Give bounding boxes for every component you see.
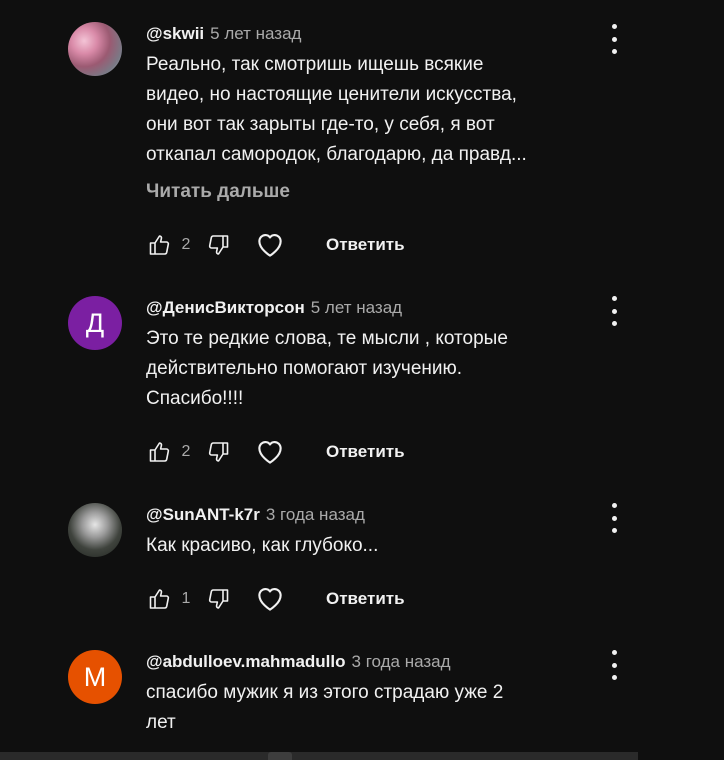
reply-button[interactable]: Ответить	[326, 235, 405, 255]
more-vert-icon[interactable]	[606, 650, 622, 680]
comment-time[interactable]: 3 года назад	[266, 505, 365, 525]
comment-header: @skwii 5 лет назад	[146, 22, 576, 46]
author-name[interactable]: @abdulloev.mahmadullo	[146, 652, 346, 672]
author-name[interactable]: @SunANT-k7r	[146, 505, 260, 525]
like-count: 2	[181, 236, 191, 253]
scrollbar-thumb[interactable]	[268, 752, 292, 760]
read-more-button[interactable]: Читать дальше	[146, 178, 576, 206]
comment-time[interactable]: 5 лет назад	[311, 298, 402, 318]
comment-header: @SunANT-k7r 3 года назад	[146, 503, 576, 527]
comment-actions: 2 Ответить	[146, 227, 405, 263]
author-name[interactable]: @ДенисВикторсон	[146, 298, 305, 318]
avatar[interactable]: M	[68, 650, 122, 704]
heart-icon[interactable]	[254, 229, 286, 261]
comment-body: @abdulloev.mahmadullo 3 года назад спаси…	[146, 650, 576, 738]
thumb-up-icon[interactable]	[146, 232, 172, 258]
comment-text-line: спасибо мужик я из этого страдаю уже 2	[146, 682, 504, 703]
more-vert-icon[interactable]	[606, 24, 622, 54]
comment-text-line: откапал самородок, благодарю, да правд..…	[146, 144, 527, 165]
thumb-up-icon[interactable]	[146, 586, 172, 612]
comment-actions: 2 Ответить	[146, 434, 405, 470]
thumb-down-icon[interactable]	[206, 439, 232, 465]
comment-text: Это те редкие слова, те мысли , которые …	[146, 324, 586, 414]
heart-icon[interactable]	[254, 436, 286, 468]
comments-section: @skwii 5 лет назад Реально, так смотришь…	[0, 0, 724, 760]
comment-text-line: действительно помогают изучению.	[146, 358, 463, 379]
thumb-up-icon[interactable]	[146, 439, 172, 465]
comment-time[interactable]: 3 года назад	[352, 652, 451, 672]
comment-header: @abdulloev.mahmadullo 3 года назад	[146, 650, 576, 674]
like-count: 2	[181, 443, 191, 460]
comment-actions: 1 Ответить	[146, 581, 405, 617]
avatar[interactable]: Д	[68, 296, 122, 350]
avatar[interactable]	[68, 22, 122, 76]
horizontal-scrollbar[interactable]	[0, 752, 638, 760]
reply-button[interactable]: Ответить	[326, 442, 405, 462]
comment-body: @ДенисВикторсон 5 лет назад Это те редки…	[146, 296, 576, 414]
comment-text: Реально, так смотришь ищешь всякие видео…	[146, 50, 586, 170]
avatar-letter: M	[83, 661, 107, 692]
comment-text-line: Это те редкие слова, те мысли , которые	[146, 328, 508, 349]
comment-body: @SunANT-k7r 3 года назад Как красиво, ка…	[146, 503, 576, 561]
author-name[interactable]: @skwii	[146, 24, 204, 44]
heart-icon[interactable]	[254, 583, 286, 615]
comment-text: Как красиво, как глубоко...	[146, 531, 586, 561]
reply-button[interactable]: Ответить	[326, 589, 405, 609]
more-vert-icon[interactable]	[606, 503, 622, 533]
thumb-down-icon[interactable]	[206, 586, 232, 612]
comment-time[interactable]: 5 лет назад	[210, 24, 301, 44]
like-count: 1	[181, 590, 191, 607]
comment-text-line: лет	[146, 712, 176, 733]
comment-body: @skwii 5 лет назад Реально, так смотришь…	[146, 22, 576, 206]
comment-header: @ДенисВикторсон 5 лет назад	[146, 296, 576, 320]
more-vert-icon[interactable]	[606, 296, 622, 326]
avatar-letter: Д	[85, 307, 105, 338]
comment-text-line: Как красиво, как глубоко...	[146, 535, 379, 556]
comment-text-line: они вот так зарыты где-то, у себя, я вот	[146, 114, 495, 135]
thumb-down-icon[interactable]	[206, 232, 232, 258]
comment-text-line: видео, но настоящие ценители искусства,	[146, 84, 517, 105]
comment-text: спасибо мужик я из этого страдаю уже 2 л…	[146, 678, 586, 738]
comment-text-line: Спасибо!!!!	[146, 388, 244, 409]
comment-text-line: Реально, так смотришь ищешь всякие	[146, 54, 484, 75]
avatar[interactable]	[68, 503, 122, 557]
